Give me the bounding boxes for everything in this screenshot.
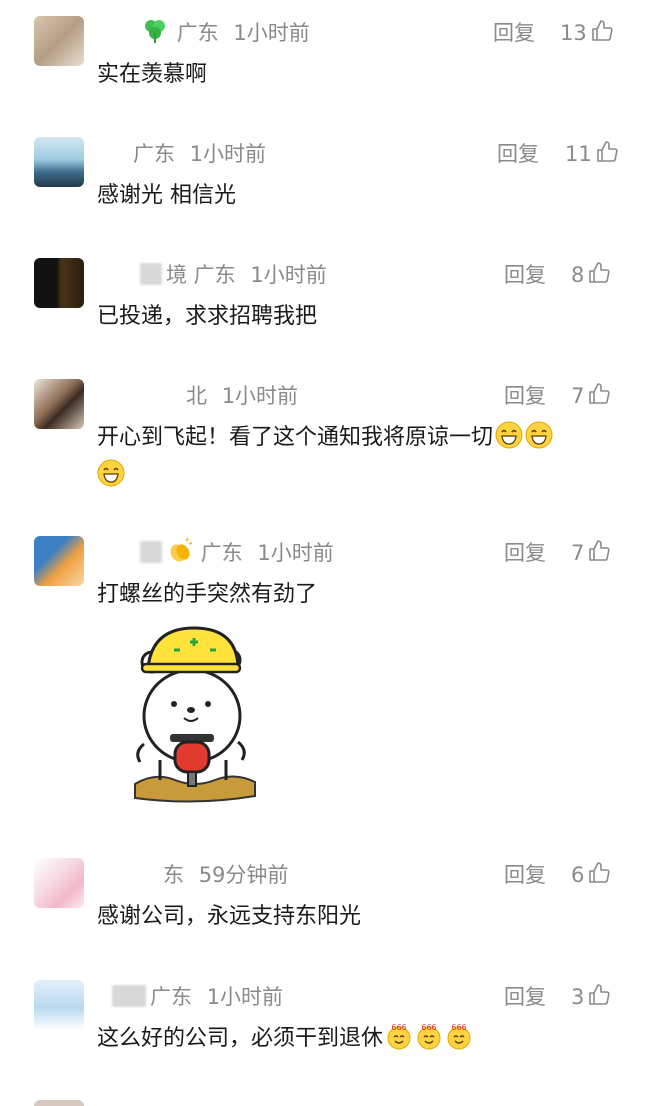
- comment-text: 感谢公司，永远支持东阳光: [97, 904, 362, 929]
- comment-item: 东 59分钟前 回复 6 感谢公司，永远支持东阳光: [0, 858, 650, 968]
- comment-meta: 广东 1小时前: [140, 537, 334, 568]
- comment-text: 实在羡慕啊: [97, 62, 208, 87]
- comment-meta: 广东 1小时前: [140, 18, 310, 48]
- 666-emoji-icon: 666: [447, 1023, 471, 1050]
- reply-button[interactable]: 回复: [504, 538, 546, 568]
- avatar[interactable]: [34, 258, 84, 308]
- like-count: 11: [565, 142, 592, 166]
- reply-button[interactable]: 回复: [504, 260, 546, 290]
- comment-item: 广东 1小时前 回复 11 感谢光 相信光: [0, 137, 650, 247]
- comment-time: 1小时前: [257, 541, 334, 565]
- comment-location: 广东: [176, 21, 219, 45]
- like-button[interactable]: 8: [571, 260, 611, 290]
- grin-emoji-icon: [525, 421, 553, 449]
- comment-location: 广东: [200, 541, 243, 565]
- comment-time: 1小时前: [233, 21, 310, 45]
- comment-text: 开心到飞起！看了这个通知我将原谅一切: [97, 419, 617, 495]
- 666-label: 666: [451, 1023, 466, 1032]
- comment-location: 广东: [150, 985, 192, 1009]
- redacted-name: [140, 541, 162, 563]
- comment-location: 北: [186, 384, 207, 408]
- reply-button[interactable]: 回复: [504, 860, 546, 890]
- avatar[interactable]: [34, 858, 84, 908]
- comment-text: 感谢光 相信光: [97, 183, 236, 208]
- comment-time: 1小时前: [189, 142, 267, 166]
- comment-meta: 东 59分钟前: [163, 860, 288, 890]
- comment-time: 1小时前: [206, 985, 284, 1009]
- grin-emoji-icon: [495, 421, 523, 449]
- thumbs-up-icon: [589, 383, 610, 404]
- comment-text: 这么好的公司，必须干到退休 666 666 666: [97, 1020, 617, 1058]
- comment-time: 1小时前: [221, 384, 299, 408]
- like-count: 8: [571, 263, 585, 287]
- comment-time: 1小时前: [250, 263, 327, 287]
- 666-emoji-icon: 666: [417, 1023, 441, 1050]
- comment-text-body: 开心到飞起！看了这个通知我将原谅一切: [97, 425, 494, 450]
- comment-location: 东: [163, 863, 184, 887]
- comment-location: 境 广东: [166, 263, 236, 287]
- reply-button[interactable]: 回复: [504, 381, 546, 411]
- comment-location: 广东: [133, 142, 175, 166]
- comment-item: 广东 1小时前 回复 13 实在羡慕啊: [0, 16, 650, 126]
- 666-label: 666: [421, 1023, 436, 1032]
- comment-text: 已投递，求求招聘我把: [97, 304, 318, 329]
- comment-text-body: 这么好的公司，必须干到退休: [97, 1026, 384, 1051]
- clapping-hands-icon: [166, 537, 194, 564]
- thumbs-up-icon: [589, 262, 610, 283]
- reply-button[interactable]: 回复: [504, 982, 546, 1012]
- redacted-name: [140, 263, 162, 285]
- avatar[interactable]: [34, 536, 84, 586]
- 666-emoji-icon: 666: [387, 1023, 411, 1050]
- like-count: 3: [571, 985, 585, 1009]
- thumbs-up-icon: [589, 862, 610, 883]
- comment-item: 广东 1小时前 回复 3 这么好的公司，必须干到退休 666 666 666: [0, 980, 650, 1090]
- comment-text: 打螺丝的手突然有劲了: [97, 582, 318, 607]
- clover-icon: [140, 18, 170, 44]
- like-button[interactable]: 13: [560, 18, 614, 48]
- like-count: 13: [560, 21, 587, 45]
- avatar[interactable]: [34, 137, 84, 187]
- like-count: 6: [571, 863, 585, 887]
- grin-emoji-icon: [97, 459, 125, 487]
- like-count: 7: [571, 541, 585, 565]
- comment-item: 北 1小时前 回复 7 开心到飞起！看了这个通知我将原谅一切: [0, 379, 650, 519]
- comment-meta: 广东 1小时前: [133, 139, 266, 169]
- avatar[interactable]: [34, 1100, 84, 1106]
- thumbs-up-icon: [589, 540, 610, 561]
- like-button[interactable]: 3: [571, 982, 611, 1012]
- like-button[interactable]: 11: [565, 139, 619, 169]
- avatar[interactable]: [34, 16, 84, 66]
- 666-label: 666: [391, 1023, 406, 1032]
- like-button[interactable]: 7: [571, 381, 611, 411]
- comment-time: 59分钟前: [198, 863, 289, 887]
- reply-button[interactable]: 回复: [493, 18, 535, 48]
- comment-meta: 广东 1小时前: [112, 982, 283, 1012]
- bear-sticker[interactable]: [130, 624, 260, 809]
- thumbs-up-icon: [591, 20, 613, 41]
- like-button[interactable]: 7: [571, 538, 611, 568]
- like-count: 7: [571, 384, 585, 408]
- comment-meta: 北 1小时前: [186, 381, 298, 411]
- like-button[interactable]: 6: [571, 860, 611, 890]
- redacted-name: [112, 985, 146, 1007]
- comment-item: 境 广东 1小时前 回复 8 已投递，求求招聘我把: [0, 258, 650, 368]
- avatar[interactable]: [34, 980, 84, 1030]
- comment-meta: 境 广东 1小时前: [140, 260, 327, 290]
- thumbs-up-icon: [589, 984, 610, 1005]
- reply-button[interactable]: 回复: [497, 139, 539, 169]
- comment-item: 广东 1小时前 回复 7 打螺丝的手突然有劲了: [0, 536, 650, 826]
- thumbs-up-icon: [596, 141, 618, 162]
- avatar[interactable]: [34, 379, 84, 429]
